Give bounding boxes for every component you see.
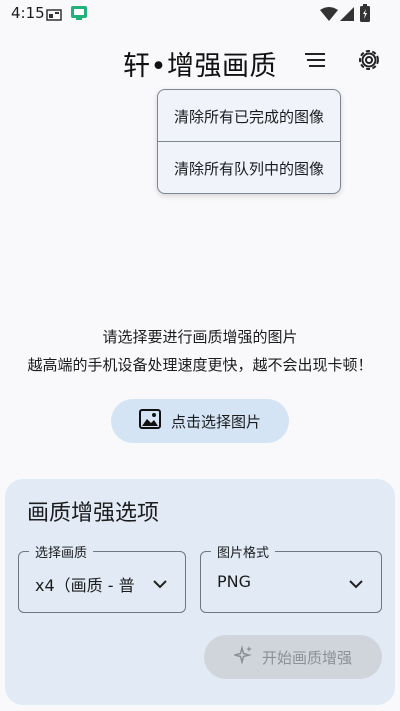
hint-line-2: 越高端的手机设备处理速度更快，越不会出现卡顿！ bbox=[27, 356, 373, 374]
screenshot-icon bbox=[46, 7, 62, 26]
format-select[interactable]: 图片格式 PNG bbox=[200, 542, 382, 613]
app-title: 轩•增强画质 bbox=[123, 51, 277, 82]
overflow-menu: 清除所有已完成的图像 清除所有队列中的图像 bbox=[157, 89, 341, 194]
settings-button[interactable] bbox=[349, 42, 389, 82]
status-time: 4:15 bbox=[11, 4, 45, 22]
options-title: 画质增强选项 bbox=[27, 501, 160, 526]
hint-line-1: 请选择要进行画质增强的图片 bbox=[102, 328, 298, 346]
signal-icon bbox=[340, 6, 354, 25]
chevron-down-icon bbox=[349, 574, 363, 593]
pick-image-label: 点击选择图片 bbox=[170, 412, 261, 431]
menu-lines-icon bbox=[304, 50, 328, 74]
menu-item-clear-completed[interactable]: 清除所有已完成的图像 bbox=[158, 90, 340, 142]
sparkle-icon bbox=[232, 645, 254, 669]
menu-item-clear-queued[interactable]: 清除所有队列中的图像 bbox=[158, 142, 340, 194]
quality-select[interactable]: 选择画质 x4（画质 - 普 bbox=[18, 542, 186, 613]
cast-icon bbox=[70, 5, 88, 25]
battery-icon bbox=[360, 4, 370, 26]
start-enhance-label: 开始画质增强 bbox=[261, 648, 352, 667]
format-select-value: PNG bbox=[217, 572, 252, 591]
pick-image-button[interactable]: 点击选择图片 bbox=[111, 399, 289, 443]
wifi-icon bbox=[320, 6, 338, 25]
chevron-down-icon bbox=[153, 574, 167, 593]
gear-icon bbox=[355, 46, 383, 78]
menu-button[interactable] bbox=[296, 42, 336, 82]
quality-select-value: x4（画质 - 普 bbox=[35, 576, 135, 595]
options-card: 画质增强选项 选择画质 x4（画质 - 普 图片格式 PNG 开始画质增强 bbox=[5, 479, 395, 705]
start-enhance-button[interactable]: 开始画质增强 bbox=[204, 635, 382, 679]
image-icon bbox=[138, 409, 161, 433]
format-select-label: 图片格式 bbox=[211, 542, 276, 561]
status-bar: 4:15 bbox=[0, 0, 400, 28]
quality-select-label: 选择画质 bbox=[29, 542, 94, 561]
